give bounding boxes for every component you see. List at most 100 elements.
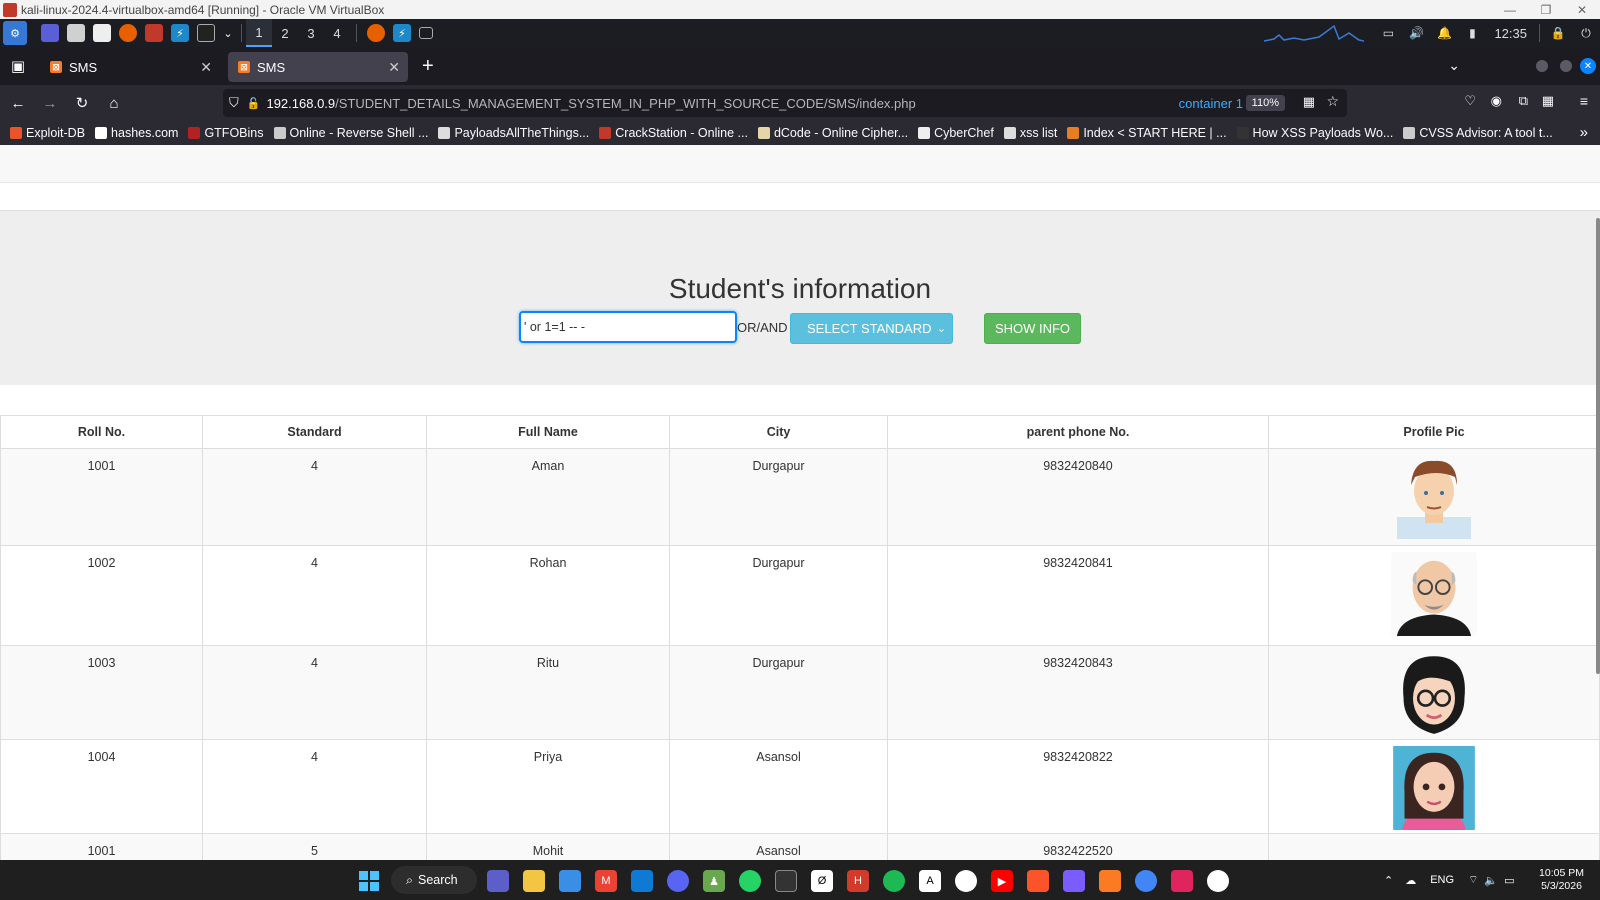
tab-list-icon[interactable]: ▣	[4, 52, 32, 80]
extensions-icon[interactable]: ⧉	[1519, 93, 1528, 109]
account-icon[interactable]: ◉	[1491, 93, 1502, 109]
apps-icon[interactable]: ▦	[1542, 93, 1554, 109]
chatgpt-icon[interactable]	[1207, 870, 1229, 892]
workspace-1[interactable]: 1	[246, 19, 272, 47]
obsidian-icon[interactable]	[1063, 870, 1085, 892]
wifi-icon[interactable]: ⌔	[1468, 873, 1478, 887]
volume-icon[interactable]: 🔊	[1407, 24, 1425, 42]
store-icon[interactable]	[559, 870, 581, 892]
close-tab-icon[interactable]: ✕	[200, 59, 212, 76]
close-browser-icon[interactable]: ✕	[1580, 58, 1596, 74]
bookmark-item[interactable]: Online - Reverse Shell ...	[273, 126, 428, 140]
bookmark-star-icon[interactable]: ☆	[1326, 93, 1339, 110]
terminal-icon[interactable]	[197, 24, 215, 42]
burp-window-icon[interactable]: ⚡	[393, 24, 411, 42]
maximize-browser-icon[interactable]	[1560, 60, 1572, 72]
close-window-button[interactable]: ✕	[1564, 0, 1600, 19]
workspace-3[interactable]: 3	[298, 19, 324, 47]
bookmark-item[interactable]: Exploit-DB	[10, 126, 85, 140]
bookmark-item[interactable]: How XSS Payloads Wo...	[1236, 126, 1393, 140]
tab-sms-2[interactable]: ⊠ SMS ✕	[228, 52, 408, 82]
gmail-icon[interactable]: M	[595, 870, 617, 892]
bookmark-item[interactable]: Index < START HERE | ...	[1067, 126, 1227, 140]
tab-sms-1[interactable]: ⊠ SMS ✕	[40, 52, 220, 82]
pocket-icon[interactable]: ♡	[1464, 93, 1476, 109]
qr-code-icon[interactable]: ▦	[1303, 94, 1315, 110]
chrome-icon[interactable]	[1135, 870, 1157, 892]
spotify-icon[interactable]	[883, 870, 905, 892]
desktop-icon[interactable]	[41, 24, 59, 42]
insecure-lock-icon[interactable]: 🔓	[247, 97, 261, 110]
reload-icon[interactable]: ↻	[68, 89, 96, 117]
speaker-icon[interactable]: 🔈	[1484, 874, 1498, 887]
close-tab-icon[interactable]: ✕	[388, 59, 400, 76]
language-indicator[interactable]: ENG	[1430, 874, 1454, 886]
container-label[interactable]: container 1	[1179, 96, 1243, 111]
bookmark-item[interactable]: PayloadsAllTheThings...	[438, 126, 589, 140]
back-arrow-icon[interactable]: ←	[4, 89, 32, 117]
power-icon[interactable]: ⏻	[1577, 24, 1595, 42]
teams-icon[interactable]	[487, 870, 509, 892]
forward-arrow-icon[interactable]: →	[36, 89, 64, 117]
firefox-icon[interactable]	[119, 24, 137, 42]
chevron-up-icon[interactable]: ⌃	[1384, 874, 1393, 887]
kali-menu-icon[interactable]: ⚙	[3, 21, 27, 45]
home-icon[interactable]: ⌂	[100, 89, 128, 117]
url-bar[interactable]: ⛉ 🔓 192.168.0.9/STUDENT_DETAILS_MANAGEME…	[223, 89, 1347, 117]
bookmark-item[interactable]: dCode - Online Cipher...	[757, 126, 908, 140]
workspace-4[interactable]: 4	[324, 19, 350, 47]
bookmark-item[interactable]: xss list	[1003, 126, 1057, 140]
taskbar-search[interactable]: ⌕ Search	[391, 866, 477, 894]
minimize-browser-icon[interactable]	[1536, 60, 1548, 72]
cloud-icon[interactable]: ☁	[1405, 874, 1416, 887]
chess-icon[interactable]: ♟	[703, 870, 725, 892]
bell-icon[interactable]: 🔔	[1435, 24, 1453, 42]
text-editor-icon[interactable]	[93, 24, 111, 42]
display-icon[interactable]: ▭	[1379, 24, 1397, 42]
discord-icon[interactable]	[667, 870, 689, 892]
show-info-button[interactable]: SHOW INFO	[984, 313, 1081, 344]
screen-recorder-icon[interactable]	[1171, 870, 1193, 892]
text-app-icon[interactable]: A	[919, 870, 941, 892]
terminal-icon[interactable]	[775, 870, 797, 892]
select-standard-dropdown[interactable]: SELECT STANDARD ⌄	[790, 313, 953, 344]
battery-icon[interactable]: ▮	[1463, 24, 1481, 42]
github-icon[interactable]	[955, 870, 977, 892]
new-tab-button[interactable]: +	[422, 55, 434, 78]
burp-icon[interactable]: ⚡	[171, 24, 189, 42]
hackerrank-icon[interactable]: H	[847, 870, 869, 892]
bookmark-item[interactable]: CrackStation - Online ...	[599, 126, 748, 140]
roll-search-input[interactable]	[519, 311, 737, 343]
firefox-window-icon[interactable]	[367, 24, 385, 42]
terminal-window-icon[interactable]	[419, 27, 433, 39]
lock-icon[interactable]: 🔒	[1549, 24, 1567, 42]
chevron-down-icon[interactable]: ⌄	[223, 24, 233, 42]
page-scrollbar[interactable]	[1596, 218, 1600, 674]
windows-start-icon[interactable]	[358, 870, 380, 892]
youtube-icon[interactable]: ▶	[991, 870, 1013, 892]
menu-hamburger-icon[interactable]: ≡	[1580, 93, 1588, 109]
whatsapp-icon[interactable]	[739, 870, 761, 892]
shield-icon[interactable]: ⛉	[229, 95, 239, 111]
file-explorer-icon[interactable]	[523, 870, 545, 892]
brave-icon[interactable]	[145, 24, 163, 42]
xampp-icon[interactable]	[1099, 870, 1121, 892]
more-bookmarks-icon[interactable]: »	[1580, 124, 1588, 141]
bookmark-item[interactable]: CVSS Advisor: A tool t...	[1403, 126, 1553, 140]
taskbar-clock[interactable]: 10:05 PM 5/3/2026	[1539, 867, 1584, 893]
vscode-icon[interactable]	[631, 870, 653, 892]
bookmark-item[interactable]: GTFOBins	[188, 126, 264, 140]
bookmark-item[interactable]: hashes.com	[95, 126, 178, 140]
panel-clock[interactable]: 12:35	[1494, 26, 1527, 41]
notion-icon[interactable]: Ø	[811, 870, 833, 892]
minimize-button[interactable]: —	[1492, 0, 1528, 19]
battery-icon[interactable]: ▭	[1504, 874, 1514, 887]
bookmark-item[interactable]: CyberChef	[918, 126, 994, 140]
restore-button[interactable]: ❐	[1528, 0, 1564, 19]
brave-icon[interactable]	[1027, 870, 1049, 892]
workspace-2[interactable]: 2	[272, 19, 298, 47]
file-manager-icon[interactable]	[67, 24, 85, 42]
list-all-tabs-icon[interactable]: ⌄	[1448, 57, 1460, 74]
bookmark-label: CrackStation - Online ...	[615, 126, 748, 140]
zoom-level[interactable]: 110%	[1245, 95, 1285, 111]
